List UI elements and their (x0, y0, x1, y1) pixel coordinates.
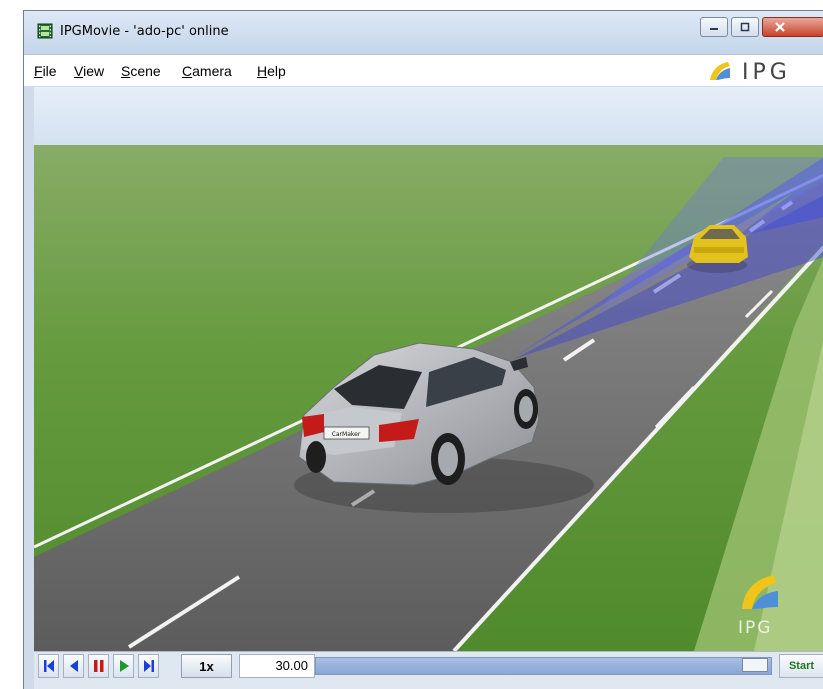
menu-camera[interactable]: Camera (182, 63, 232, 79)
step-back-icon (69, 660, 78, 672)
skip-end-icon (143, 660, 154, 672)
playback-speed-button[interactable]: 1x (181, 654, 232, 678)
scene-render: CarMaker IPG (34, 87, 823, 651)
pause-icon (93, 660, 103, 672)
window-title: IPGMovie - 'ado-pc' online (60, 24, 229, 39)
close-icon (774, 22, 785, 32)
time-field[interactable]: 30.00 (239, 654, 315, 678)
film-strip-icon (37, 23, 53, 39)
license-plate: CarMaker (332, 431, 361, 438)
svg-text:IPG: IPG (742, 60, 791, 84)
timeline-slider-thumb[interactable] (742, 658, 768, 672)
maximize-icon (740, 22, 750, 32)
step-back-button[interactable] (63, 654, 84, 678)
timeline-track[interactable] (315, 657, 772, 675)
title-bar[interactable]: IPGMovie - 'ado-pc' online (24, 11, 823, 54)
skip-to-start-button[interactable] (38, 654, 59, 678)
minimize-icon (710, 28, 718, 30)
minimize-button[interactable] (700, 17, 728, 37)
ipg-brand-logo: IPG (710, 60, 791, 84)
maximize-button[interactable] (731, 17, 759, 37)
ipg-watermark-text: IPG (738, 618, 772, 638)
close-button[interactable] (762, 17, 823, 37)
menu-view[interactable]: View (74, 63, 104, 79)
menu-file[interactable]: File (34, 63, 57, 79)
3d-scene-viewport[interactable]: CarMaker IPG (34, 87, 823, 651)
start-button[interactable]: Start (779, 654, 823, 678)
menu-help[interactable]: Help (257, 63, 286, 79)
playback-control-bar: 1x 30.00 Start (34, 651, 823, 689)
skip-start-icon (43, 660, 54, 672)
sky (34, 87, 823, 147)
menu-bar: File View Scene Camera Help IPG (24, 54, 823, 86)
skip-to-end-button[interactable] (138, 654, 159, 678)
menu-scene[interactable]: Scene (121, 63, 161, 79)
app-window: IPGMovie - 'ado-pc' online File View Sce… (23, 10, 823, 689)
pause-button[interactable] (88, 654, 109, 678)
play-button[interactable] (113, 654, 134, 678)
play-icon (119, 660, 129, 672)
